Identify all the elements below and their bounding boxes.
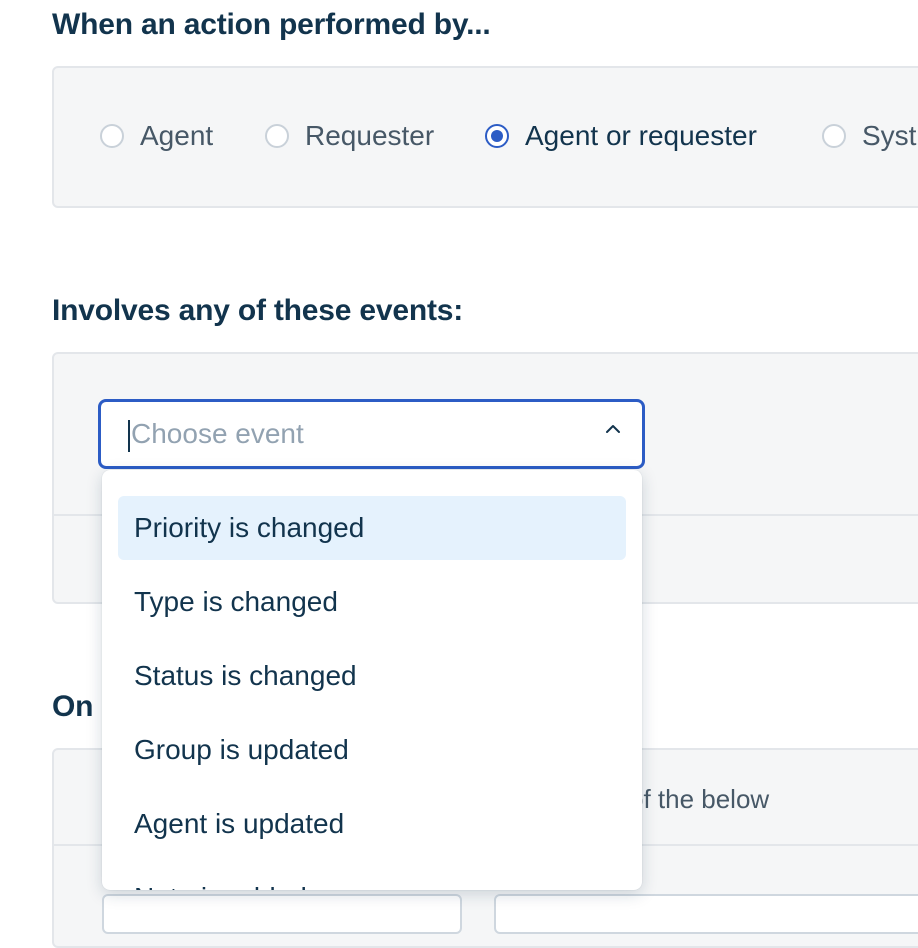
radio-agent-label: Agent bbox=[140, 120, 214, 151]
condition-field-left[interactable] bbox=[102, 894, 462, 934]
events-section-title: Involves any of these events: bbox=[52, 294, 464, 327]
event-option-agent-updated[interactable]: Agent is updated bbox=[118, 792, 626, 856]
event-option-type-changed[interactable]: Type is changed bbox=[118, 570, 626, 634]
radio-requester[interactable]: Requester bbox=[265, 120, 434, 152]
radio-system[interactable]: Syst bbox=[822, 120, 916, 152]
event-select[interactable]: Choose event bbox=[98, 399, 645, 469]
performer-section-title: When an action performed by... bbox=[52, 8, 491, 41]
radio-system-label: Syst bbox=[862, 120, 917, 151]
event-option-status-changed[interactable]: Status is changed bbox=[118, 644, 626, 708]
event-option-priority-changed[interactable]: Priority is changed bbox=[118, 496, 626, 560]
radio-agent[interactable]: Agent bbox=[100, 120, 213, 152]
event-dropdown-menu: Priority is changed Type is changed Stat… bbox=[102, 470, 642, 890]
radio-requester-circle[interactable] bbox=[265, 124, 289, 148]
match-condition-rest: of the below bbox=[621, 784, 770, 814]
radio-agent-or-requester-label: Agent or requester bbox=[525, 120, 757, 151]
radio-agent-circle[interactable] bbox=[100, 124, 124, 148]
radio-agent-or-requester-circle[interactable] bbox=[485, 124, 509, 148]
radio-agent-or-requester[interactable]: Agent or requester bbox=[485, 120, 757, 152]
condition-field-right[interactable] bbox=[494, 894, 918, 934]
event-select-placeholder: Choose event bbox=[131, 418, 304, 449]
radio-requester-label: Requester bbox=[305, 120, 435, 151]
event-option-group-updated[interactable]: Group is updated bbox=[118, 718, 626, 782]
radio-system-circle[interactable] bbox=[822, 124, 846, 148]
chevron-up-icon[interactable] bbox=[604, 422, 622, 440]
conditions-section-title: On bbox=[52, 690, 94, 723]
text-caret bbox=[128, 420, 130, 452]
event-option-note-added[interactable]: Note is added bbox=[118, 866, 626, 890]
